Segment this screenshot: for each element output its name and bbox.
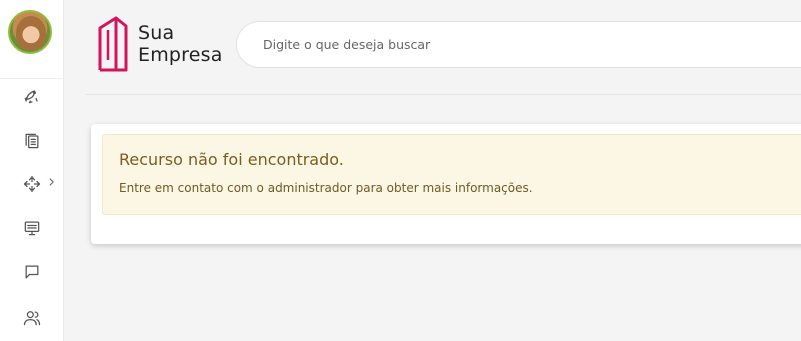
chat-icon [25, 265, 39, 279]
brand-name: Sua Empresa [138, 22, 223, 66]
app-root: Sua Empresa Recurso não foi encontrado. … [0, 0, 801, 341]
search-input[interactable] [263, 37, 663, 52]
sidebar [0, 0, 64, 341]
brand-line-2: Empresa [138, 44, 223, 66]
rocket-icon [24, 90, 38, 104]
brand-logo[interactable]: Sua Empresa [96, 14, 236, 78]
network-icon [23, 175, 41, 193]
sidebar-item-rocket[interactable] [0, 80, 64, 112]
sidebar-item-monitor[interactable] [0, 212, 64, 244]
documents-icon [25, 133, 39, 149]
header-divider [86, 94, 801, 95]
monitor-icon [24, 221, 40, 236]
avatar[interactable] [8, 10, 52, 54]
house-logo-icon [98, 16, 128, 72]
sidebar-divider [0, 78, 64, 79]
alert-title: Recurso não foi encontrado. [119, 150, 344, 169]
search-bar[interactable] [236, 21, 801, 68]
chevron-right-icon [47, 174, 55, 190]
sidebar-item-users[interactable] [0, 302, 64, 334]
avatar-image [16, 16, 46, 50]
content-card: Recurso não foi encontrado. Entre em con… [91, 124, 801, 244]
brand-line-1: Sua [138, 22, 175, 44]
alert-message: Entre em contato com o administrador par… [119, 181, 533, 195]
sidebar-item-chat[interactable] [0, 256, 64, 288]
warning-alert: Recurso não foi encontrado. Entre em con… [102, 134, 801, 215]
users-icon [23, 311, 41, 326]
sidebar-item-documents[interactable] [0, 125, 64, 157]
